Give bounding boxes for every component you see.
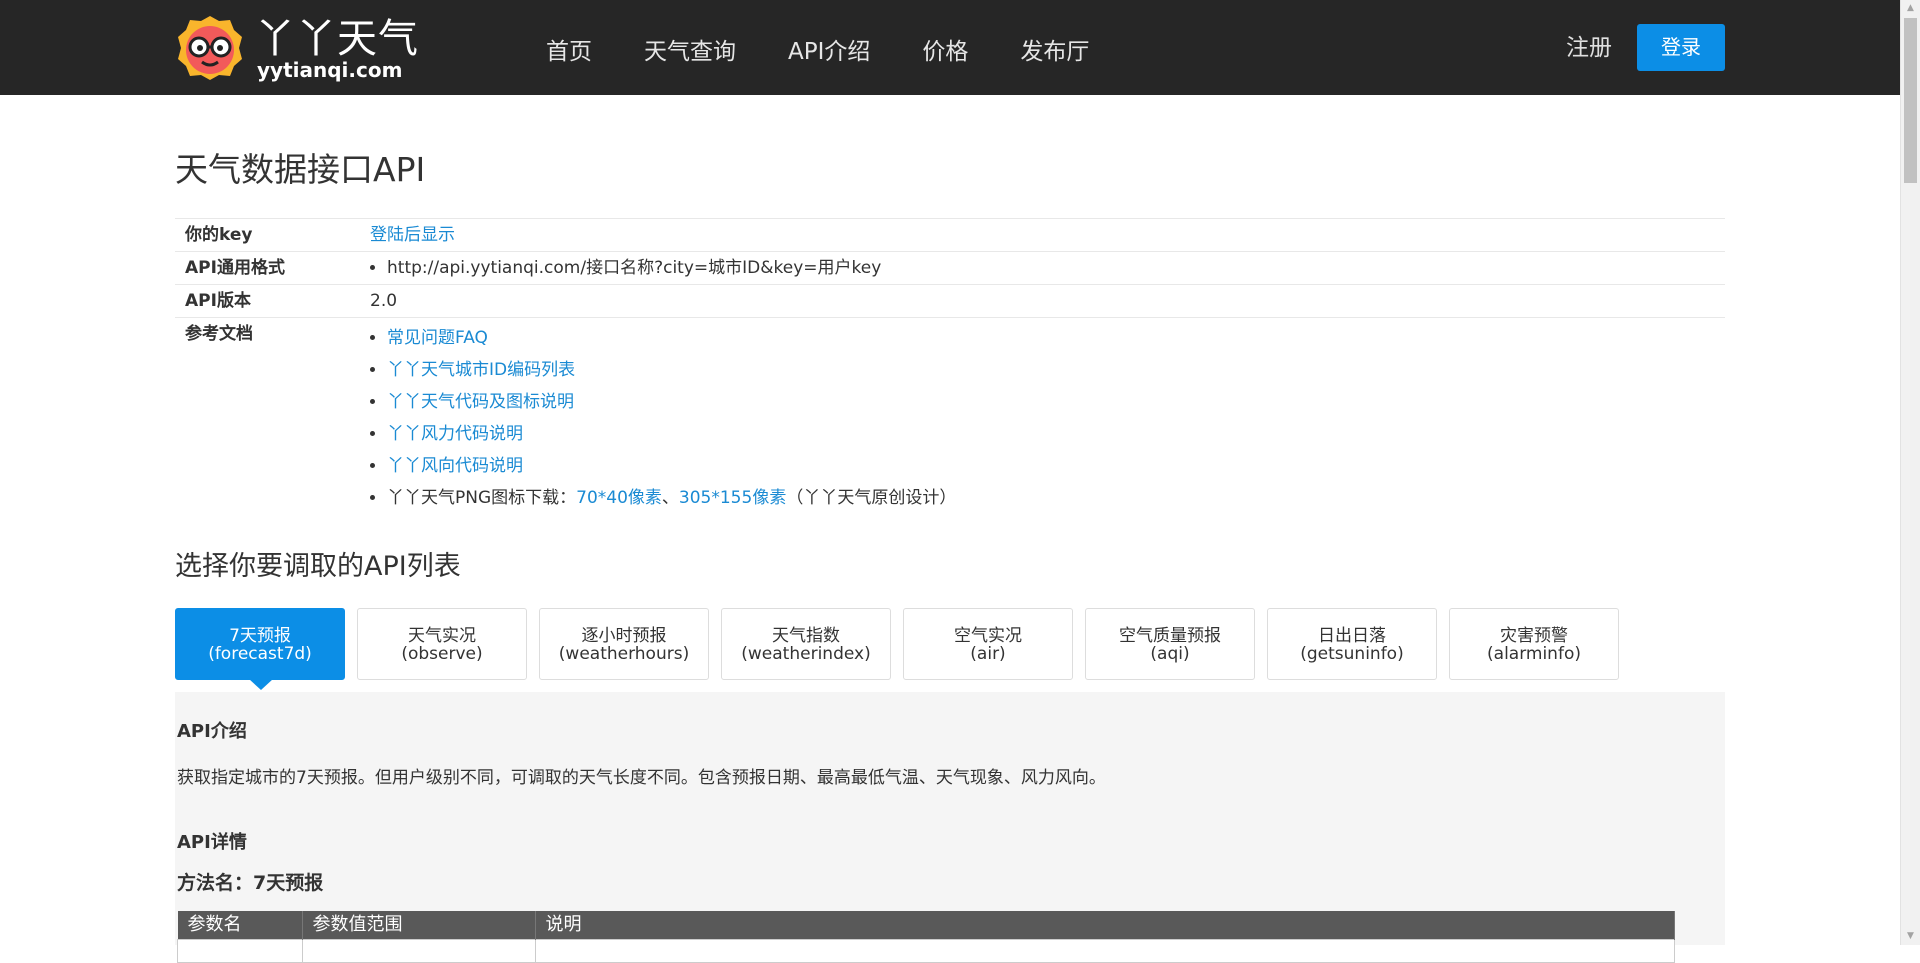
tab-label-cn: 逐小时预报 [581,626,667,646]
tab-label-cn: 7天预报 [229,626,291,646]
doc-link-city-id[interactable]: 丫丫天气城市ID编码列表 [387,360,575,380]
tab-label-en: (weatherindex) [741,644,871,664]
png-separator: 、 [661,488,679,508]
nav-home[interactable]: 首页 [546,0,592,95]
key-value-cell: 登陆后显示 [360,219,1725,252]
table-row [177,939,1675,963]
col-description: 说明 [535,911,1675,940]
login-button[interactable]: 登录 [1637,24,1725,71]
info-row-version: API版本 2.0 [175,284,1725,318]
info-row-docs: 参考文档 常见问题FAQ 丫丫天气城市ID编码列表 丫丫天气代码及图标说明 丫丫… [175,317,1725,519]
key-value-link[interactable]: 登陆后显示 [370,225,455,245]
docs-item: 常见问题FAQ [387,322,1715,354]
tab-forecast7d[interactable]: 7天预报 (forecast7d) [175,608,345,690]
nav-price[interactable]: 价格 [922,0,968,95]
png-download-305x155[interactable]: 305*155像素 [679,488,786,508]
format-value-cell: http://api.yytianqi.com/接口名称?city=城市ID&k… [360,252,1725,285]
docs-label: 参考文档 [185,324,253,344]
nav-publish-hall[interactable]: 发布厅 [1020,0,1089,95]
api-info-table: 你的key 登陆后显示 API通用格式 http://api.yytianqi.… [175,218,1725,518]
api-detail-panel: API介绍 获取指定城市的7天预报。但用户级别不同，可调取的天气长度不同。包含预… [175,692,1725,963]
param-table: 参数名 参数值范围 说明 [177,911,1675,963]
col-param-name: 参数名 [177,911,303,940]
nav-api-intro[interactable]: API介绍 [788,0,870,95]
table-cell [534,939,1675,963]
info-row-key: 你的key 登陆后显示 [175,218,1725,252]
tab-weatherindex[interactable]: 天气指数 (weatherindex) [721,608,891,680]
format-value: http://api.yytianqi.com/接口名称?city=城市ID&k… [387,256,1715,280]
png-suffix: （丫丫天气原创设计） [786,488,957,508]
col-param-range: 参数值范围 [302,911,536,940]
logo-text-en: yytianqi.com [257,58,403,82]
tab-label-cn: 天气实况 [408,626,476,646]
tab-label-en: (air) [970,644,1006,664]
intro-text: 获取指定城市的7天预报。但用户级别不同，可调取的天气长度不同。包含预报日期、最高… [177,768,1106,788]
png-prefix: 丫丫天气PNG图标下载： [387,488,577,508]
docs-item: 丫丫天气代码及图标说明 [387,386,1715,418]
docs-cell: 常见问题FAQ 丫丫天气城市ID编码列表 丫丫天气代码及图标说明 丫丫风力代码说… [360,318,1725,519]
site-logo[interactable]: 丫丫天气 yytianqi.com [175,14,418,82]
param-table-header: 参数名 参数值范围 说明 [177,911,1675,940]
page-title: 天气数据接口API [175,150,426,189]
tab-label-cn: 灾害预警 [1500,626,1568,646]
format-list: http://api.yytianqi.com/接口名称?city=城市ID&k… [370,256,1715,280]
table-cell [177,939,303,963]
api-list-title: 选择你要调取的API列表 [175,551,461,582]
format-label: API通用格式 [185,258,285,278]
png-download-70x40[interactable]: 70*40像素 [576,488,662,508]
tab-observe[interactable]: 天气实况 (observe) [357,608,527,680]
info-row-format: API通用格式 http://api.yytianqi.com/接口名称?cit… [175,251,1725,285]
docs-list: 常见问题FAQ 丫丫天气城市ID编码列表 丫丫天气代码及图标说明 丫丫风力代码说… [370,322,1715,514]
key-label: 你的key [185,225,253,245]
nav-weather-query[interactable]: 天气查询 [644,0,736,95]
tab-air[interactable]: 空气实况 (air) [903,608,1073,680]
scroll-thumb[interactable] [1904,18,1917,183]
tab-label-en: (observe) [401,644,483,664]
tab-label-en: (weatherhours) [558,644,690,664]
table-cell [301,939,536,963]
logo-text-cn: 丫丫天气 [255,16,419,62]
docs-item: 丫丫天气城市ID编码列表 [387,354,1715,386]
tab-label-en: (alarminfo) [1487,644,1581,664]
tab-label-cn: 空气质量预报 [1119,626,1221,646]
intro-heading: API介绍 [177,721,247,742]
tab-getsuninfo[interactable]: 日出日落 (getsuninfo) [1267,608,1437,680]
tab-label-en: (getsuninfo) [1300,644,1404,664]
doc-link-wind-direction[interactable]: 丫丫风向代码说明 [387,456,523,476]
register-link[interactable]: 注册 [1566,32,1612,64]
main-nav: 首页 天气查询 API介绍 价格 发布厅 [520,0,1115,95]
tab-weatherhours[interactable]: 逐小时预报 (weatherhours) [539,608,709,680]
tab-label-en: (aqi) [1150,644,1190,664]
page-scrollbar[interactable]: ▲ ▼ [1900,0,1920,945]
detail-heading: API详情 [177,832,247,853]
api-tabs: 7天预报 (forecast7d) 天气实况 (observe) 逐小时预报 (… [175,608,1631,690]
version-label: API版本 [185,291,251,311]
docs-item: 丫丫风力代码说明 [387,418,1715,450]
version-value: 2.0 [370,291,398,311]
docs-item: 丫丫天气PNG图标下载：70*40像素、305*155像素（丫丫天气原创设计） [387,482,1715,514]
top-navbar: 丫丫天气 yytianqi.com 首页 天气查询 API介绍 价格 发布厅 注… [0,0,1900,95]
tab-alarminfo[interactable]: 灾害预警 (alarminfo) [1449,608,1619,680]
docs-item: 丫丫风向代码说明 [387,450,1715,482]
doc-link-faq[interactable]: 常见问题FAQ [387,328,488,348]
scroll-down-arrow-icon[interactable]: ▼ [1901,928,1920,945]
scroll-up-arrow-icon[interactable]: ▲ [1901,0,1920,17]
doc-link-wind-force[interactable]: 丫丫风力代码说明 [387,424,523,444]
tab-label-cn: 日出日落 [1318,626,1386,646]
method-name: 方法名：7天预报 [177,872,324,894]
tab-label-cn: 空气实况 [954,626,1022,646]
tab-label-cn: 天气指数 [772,626,840,646]
logo-face-icon [178,16,242,80]
doc-link-weather-code[interactable]: 丫丫天气代码及图标说明 [387,392,574,412]
tab-label-en: (forecast7d) [208,644,312,664]
tab-aqi[interactable]: 空气质量预报 (aqi) [1085,608,1255,680]
